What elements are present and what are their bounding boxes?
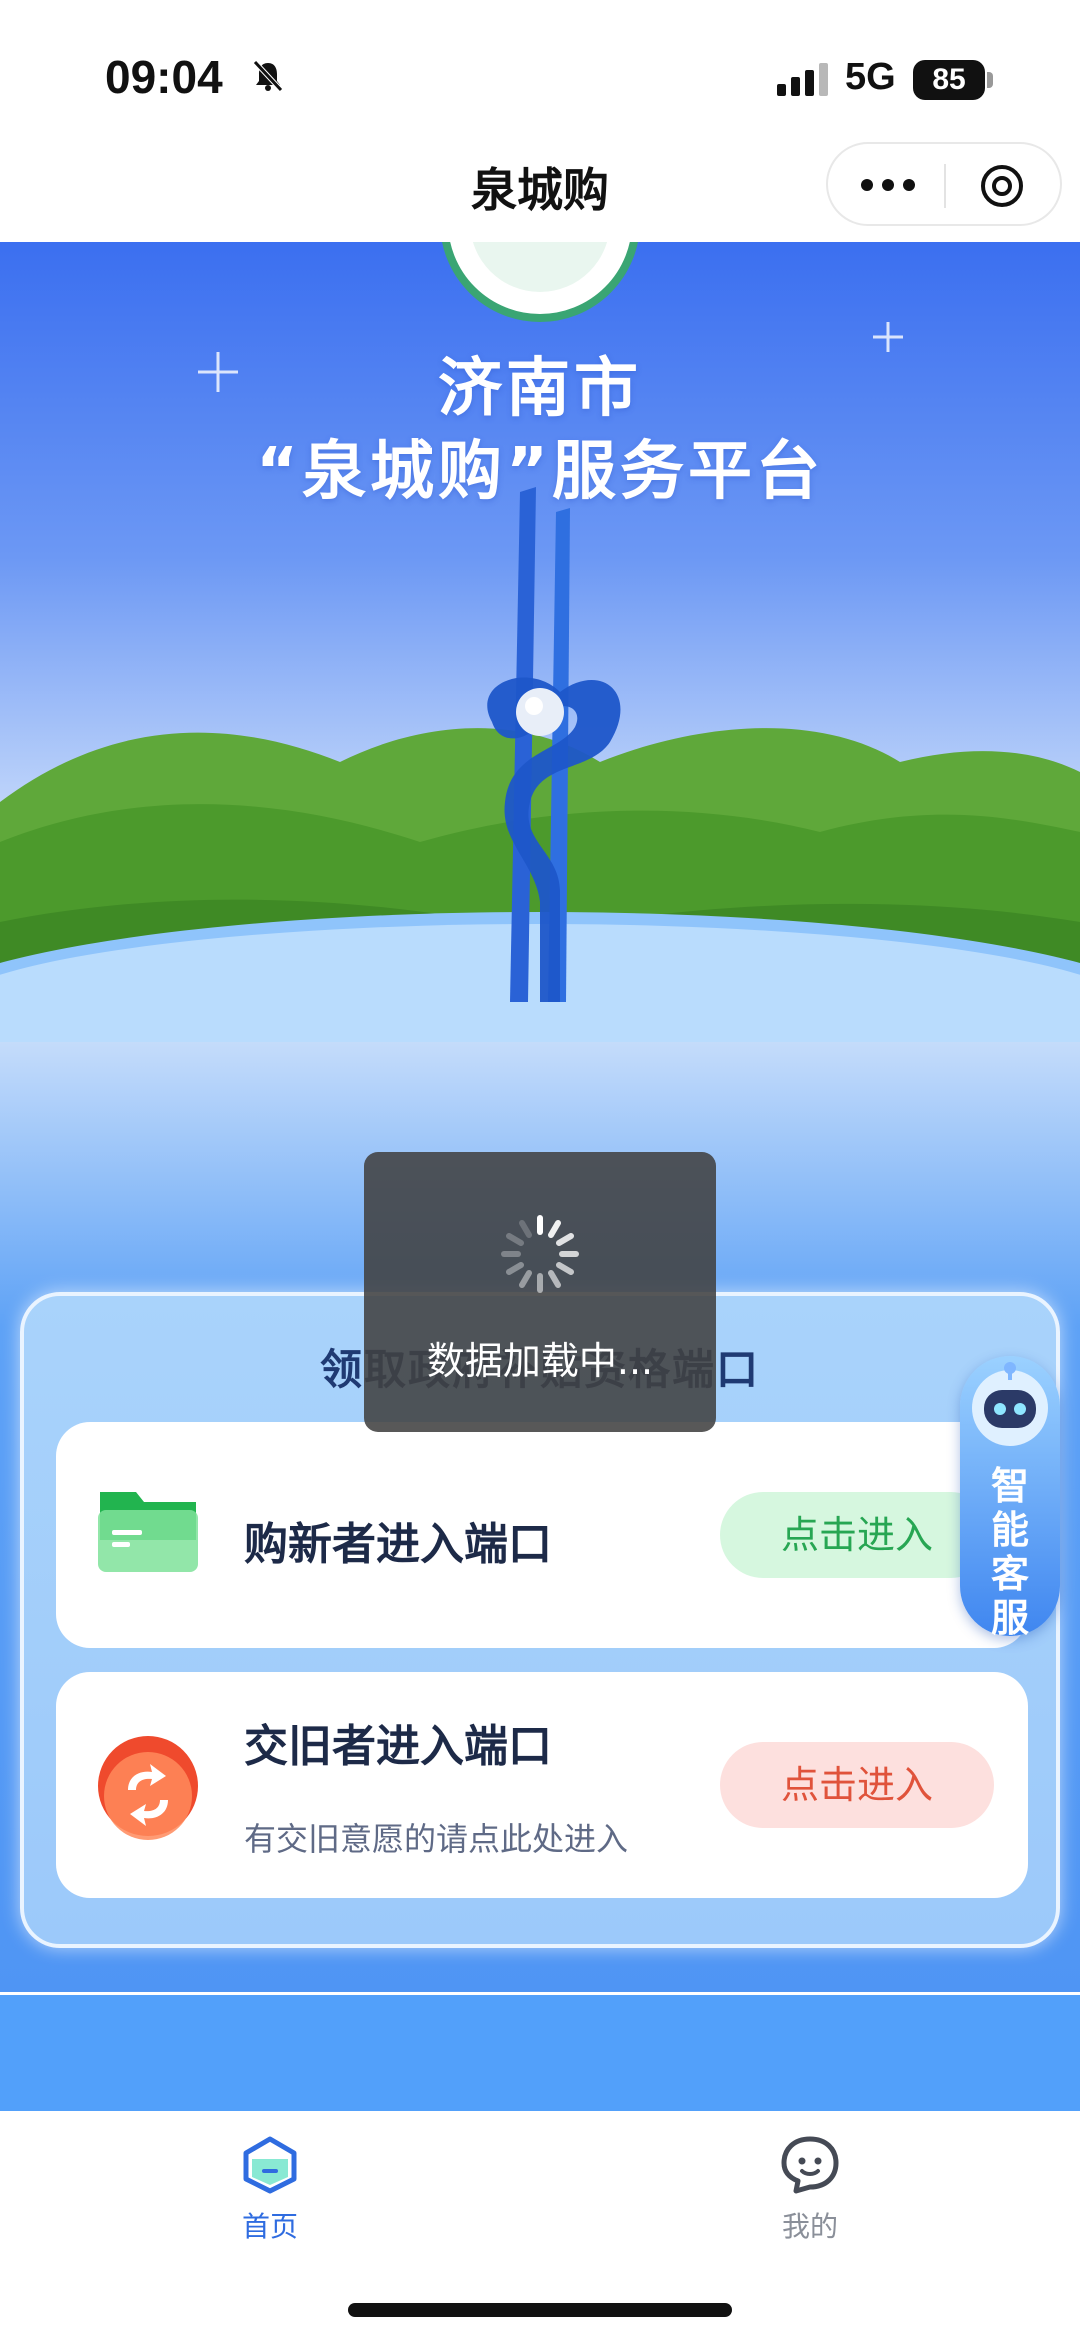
close-circle-icon[interactable]	[978, 162, 1026, 210]
trade-in-subtitle: 有交旧意愿的请点此处进入	[244, 1820, 629, 1858]
network-type: 5G	[845, 56, 896, 98]
folder-icon	[98, 1492, 198, 1572]
tab-home[interactable]: 首页	[190, 2133, 350, 2253]
buy-new-title: 购新者进入端口	[244, 1519, 552, 1570]
home-indicator	[348, 2303, 732, 2317]
loading-text: 数据加载中...	[426, 1339, 654, 1383]
status-time: 09:04	[105, 51, 223, 103]
profile-icon	[781, 2136, 839, 2194]
tab-mine[interactable]: 我的	[730, 2133, 890, 2253]
tab-mine-label: 我的	[781, 2210, 838, 2243]
loading-spinner-icon	[501, 1215, 579, 1293]
trade-in-enter-button[interactable]: 点击进入	[720, 1742, 994, 1828]
trade-in-title: 交旧者进入端口	[244, 1721, 552, 1772]
loading-toast: 数据加载中...	[364, 1152, 716, 1432]
hero-banner: 济南市 “泉城购”服务平台 领取政府补贴资格端口 购新者进入端口 点击进入 交旧…	[0, 242, 1080, 1992]
nav-bar: 泉城购	[0, 140, 1080, 242]
bell-muted-icon	[253, 60, 283, 92]
smart-service-button[interactable]: 智能客服	[960, 1356, 1060, 1640]
smart-service-label: 智能客服	[990, 1464, 1029, 1640]
trade-in-card[interactable]: 交旧者进入端口 有交旧意愿的请点此处进入 点击进入	[56, 1672, 1028, 1898]
more-dots-icon[interactable]	[858, 174, 918, 196]
hero-bottom-fill	[0, 1995, 1080, 2111]
exchange-icon	[98, 1736, 198, 1840]
robot-icon	[972, 1362, 1048, 1446]
capsule-divider	[944, 164, 946, 208]
buy-new-card[interactable]: 购新者进入端口 点击进入	[56, 1422, 1028, 1648]
home-icon	[243, 2136, 297, 2194]
miniprogram-capsule	[826, 142, 1062, 226]
signal-icon	[777, 63, 828, 96]
hero-title-city: 济南市	[438, 352, 642, 426]
buy-new-enter-button[interactable]: 点击进入	[720, 1492, 994, 1578]
battery-cap	[987, 72, 993, 88]
battery-level: 85	[913, 60, 985, 100]
status-bar: 09:04 5G 85	[0, 0, 1080, 140]
tab-home-label: 首页	[241, 2210, 298, 2243]
hero-title-platform: “泉城购”服务平台	[255, 435, 825, 509]
